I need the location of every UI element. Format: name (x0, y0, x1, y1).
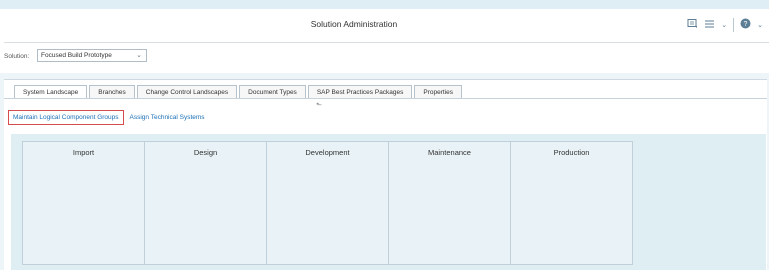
column-production[interactable]: Production (510, 141, 633, 265)
solution-select[interactable]: Focused Build Prototype ⌄ (37, 49, 147, 62)
tab-system-landscape[interactable]: System Landscape (14, 85, 88, 98)
tab-branches[interactable]: Branches (89, 85, 135, 98)
maintain-logical-component-groups-link[interactable]: Maintain Logical Component Groups (8, 110, 124, 125)
solution-label: Solution: (4, 53, 30, 60)
assign-technical-systems-link[interactable]: Assign Technical Systems (130, 114, 205, 121)
column-import[interactable]: Import (22, 141, 145, 265)
landscape-columns: Import Design Development Maintenance Pr… (22, 141, 633, 265)
tab-change-control-landscapes[interactable]: Change Control Landscapes (136, 85, 238, 98)
tab-document-types[interactable]: Document Types (239, 85, 306, 98)
tab-divider (4, 98, 767, 99)
column-design[interactable]: Design (144, 141, 267, 265)
svg-text:?: ? (744, 21, 748, 28)
sub-navigation: Maintain Logical Component Groups Assign… (8, 110, 205, 125)
tab-bar: System Landscape Branches Change Control… (14, 85, 464, 98)
column-development[interactable]: Development (266, 141, 389, 265)
list-menu-icon[interactable] (704, 19, 715, 32)
chevron-down-icon: ⌄ (136, 52, 142, 59)
tab-properties[interactable]: Properties (414, 85, 463, 98)
mouse-cursor-icon: ⬑ (316, 102, 322, 109)
divider (733, 18, 735, 32)
chevron-down-icon[interactable]: ⌄ (757, 21, 763, 29)
chevron-down-icon[interactable]: ⌄ (721, 21, 727, 29)
tab-sap-best-practices-packages[interactable]: SAP Best Practices Packages (307, 85, 413, 98)
help-icon[interactable]: ? (740, 18, 751, 32)
shell-bar: Solution Administration ⌄ ? ⌄ (4, 9, 769, 43)
page-title: Solution Administration (310, 19, 398, 29)
shell-actions: ⌄ ? ⌄ (687, 18, 763, 32)
notification-icon[interactable] (687, 18, 698, 32)
top-strip (0, 0, 769, 9)
column-maintenance[interactable]: Maintenance (388, 141, 511, 265)
solution-select-value: Focused Build Prototype (41, 52, 112, 59)
filter-bar: Solution: Focused Build Prototype ⌄ (0, 43, 769, 73)
